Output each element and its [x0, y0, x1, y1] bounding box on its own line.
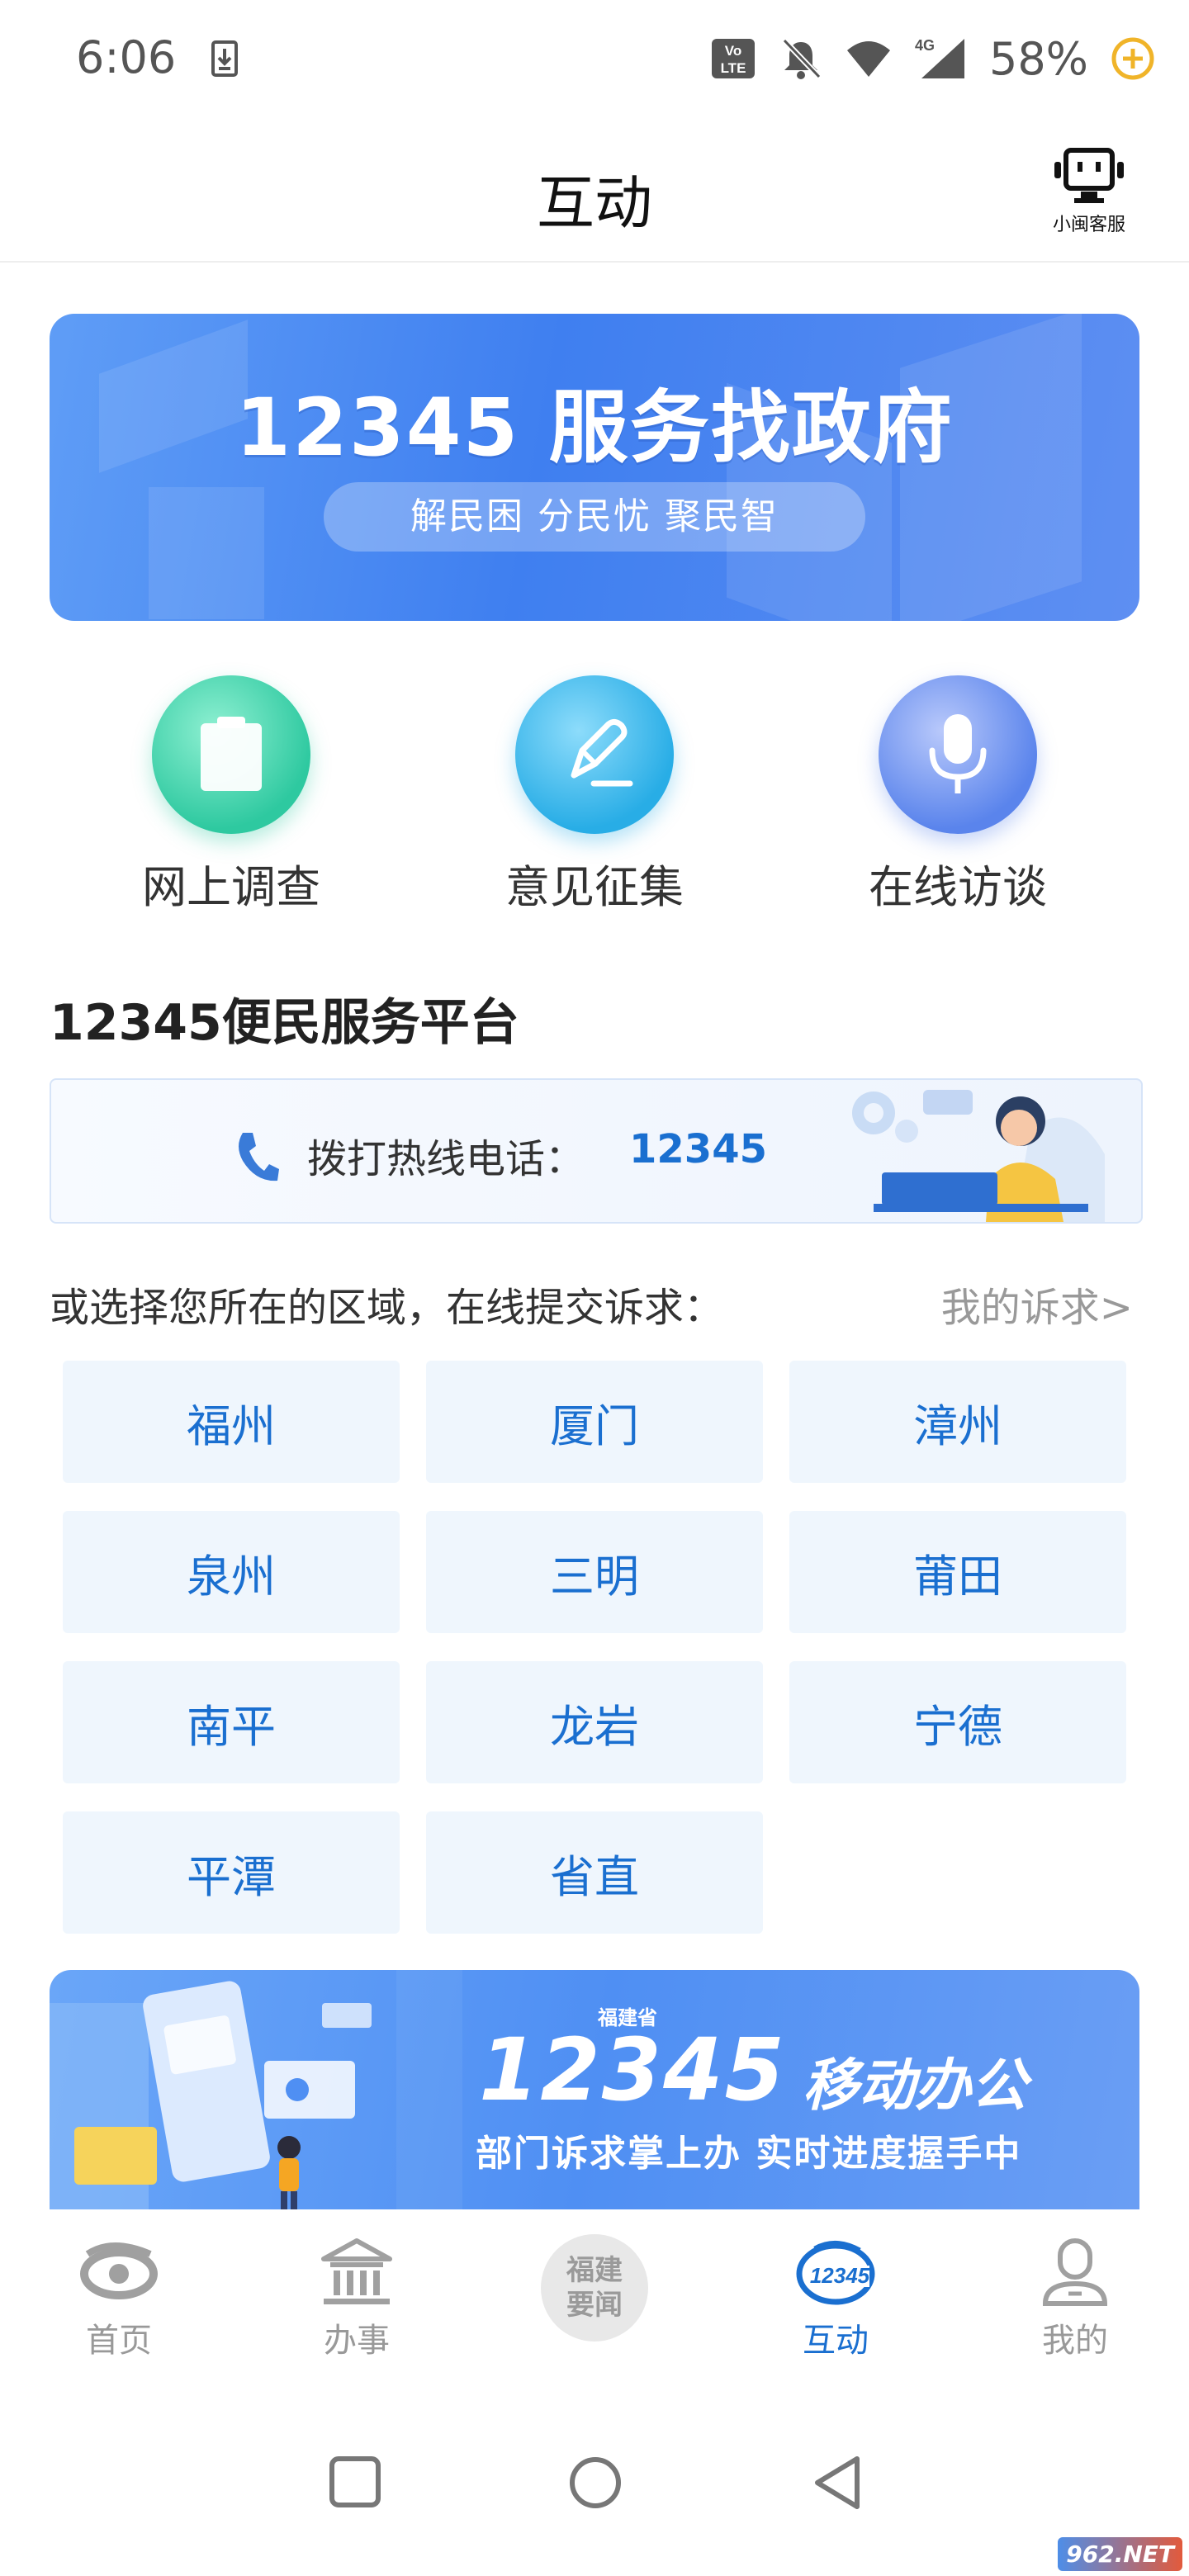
clipboard-icon [152, 675, 310, 834]
svg-text:4G: 4G [915, 37, 935, 54]
region-button-xiamen[interactable]: 厦门 [426, 1361, 763, 1483]
status-time: 6:06 [76, 31, 177, 83]
nav-label-services: 办事 [324, 2322, 390, 2360]
phone-icon [239, 1133, 279, 1181]
my-appeals-link[interactable]: 我的诉求> [941, 1275, 1133, 1333]
svg-text:12345: 12345 [810, 2263, 870, 2288]
hotline-card[interactable]: 拨打热线电话： 12345 [50, 1078, 1143, 1224]
opinion-collection-label: 意见征集 [505, 861, 684, 913]
region-button-quanzhou[interactable]: 泉州 [63, 1511, 400, 1633]
back-icon[interactable] [811, 2454, 864, 2512]
banner-decoration [149, 487, 264, 619]
nav-item-home[interactable]: 首页 [36, 2237, 201, 2361]
user-icon [1042, 2238, 1108, 2306]
banner-slogan: 解民困 分民忧 聚民智 [324, 482, 865, 552]
battery-percent: 58% [988, 32, 1088, 85]
customer-service-label: 小闽客服 [1052, 215, 1125, 235]
region-prompt: 或选择您所在的区域，在线提交诉求： [50, 1285, 724, 1331]
region-button-putian[interactable]: 莆田 [789, 1511, 1126, 1633]
banner-number: 12345 [479, 2020, 786, 2120]
region-button-nanping[interactable]: 南平 [63, 1661, 400, 1783]
nav-item-profile[interactable]: 我的 [992, 2237, 1158, 2361]
customer-service-illustration [852, 1090, 1105, 1222]
nav-news-line2: 要闻 [566, 2289, 623, 2322]
download-icon [211, 40, 238, 77]
microphone-icon [879, 675, 1037, 834]
nav-label-profile: 我的 [1042, 2322, 1108, 2360]
volte-icon: Vo LTE [711, 39, 755, 78]
system-nav-bar: 962.NET [0, 2427, 1189, 2576]
region-button-longyan[interactable]: 龙岩 [426, 1661, 763, 1783]
page-title: 互动 [537, 169, 652, 237]
battery-saver-icon [1111, 37, 1154, 80]
online-survey-label: 网上调查 [142, 861, 320, 913]
customer-service-button[interactable]: 小闽客服 [1044, 144, 1135, 236]
region-button-provincial[interactable]: 省直 [426, 1811, 763, 1934]
status-bar: 6:06 Vo LTE 4G 58% [0, 0, 1189, 124]
opinion-collection-button[interactable]: 意见征集 [429, 675, 760, 916]
bell-muted-icon [782, 38, 822, 79]
region-button-pingtan[interactable]: 平潭 [63, 1811, 400, 1934]
news-circle-icon: 福建 要闻 [541, 2234, 648, 2342]
nav-label-home: 首页 [86, 2322, 152, 2360]
mobile-office-illustration [50, 1970, 462, 2209]
svg-text:LTE: LTE [721, 60, 746, 76]
home-eye-icon [80, 2242, 158, 2299]
hotline-number[interactable]: 12345 [629, 1126, 767, 1172]
recent-apps-icon[interactable] [329, 2455, 381, 2508]
banner-title: 移动办公 [803, 2053, 1028, 2119]
region-button-zhangzhou[interactable]: 漳州 [789, 1361, 1126, 1483]
nav-item-services[interactable]: 办事 [274, 2237, 439, 2361]
banner-slogan: 部门诉求掌上办 实时进度握手中 [476, 2133, 1022, 2175]
nav-label-interaction: 互动 [803, 2322, 869, 2360]
online-interview-label: 在线访谈 [869, 861, 1047, 913]
online-survey-button[interactable]: 网上调查 [66, 675, 396, 916]
region-button-fuzhou[interactable]: 福州 [63, 1361, 400, 1483]
section-title: 12345便民服务平台 [50, 994, 519, 1052]
banner-title: 12345 服务找政府 [235, 381, 954, 474]
bottom-nav: 首页 办事 福建 要闻 12345 互动 我的 [0, 2213, 1189, 2378]
service-banner[interactable]: 12345 服务找政府 解民困 分民忧 聚民智 [50, 314, 1139, 621]
12345-logo-icon: 12345 [796, 2241, 875, 2305]
hotline-label: 拨打热线电话： [307, 1136, 585, 1182]
wifi-icon [846, 41, 890, 77]
mobile-office-banner[interactable]: 福建省 12345 移动办公 部门诉求掌上办 实时进度握手中 [50, 1970, 1139, 2209]
robot-icon [1054, 148, 1124, 203]
cell-signal-icon: 4G [915, 37, 964, 78]
pen-icon [515, 675, 674, 834]
nav-item-news[interactable]: 福建 要闻 [512, 2234, 677, 2342]
home-button-icon[interactable] [568, 2455, 623, 2510]
online-interview-button[interactable]: 在线访谈 [793, 675, 1123, 916]
government-building-icon [321, 2238, 392, 2304]
region-button-sanming[interactable]: 三明 [426, 1511, 763, 1633]
app-header: 互动 小闽客服 [0, 124, 1189, 263]
svg-text:Vo: Vo [725, 43, 741, 59]
nav-item-interaction[interactable]: 12345 互动 [753, 2237, 918, 2361]
region-button-ningde[interactable]: 宁德 [789, 1661, 1126, 1783]
status-icons: Vo LTE 4G 58% [710, 30, 1156, 88]
watermark: 962.NET [1058, 2537, 1182, 2571]
nav-news-line1: 福建 [566, 2254, 623, 2287]
